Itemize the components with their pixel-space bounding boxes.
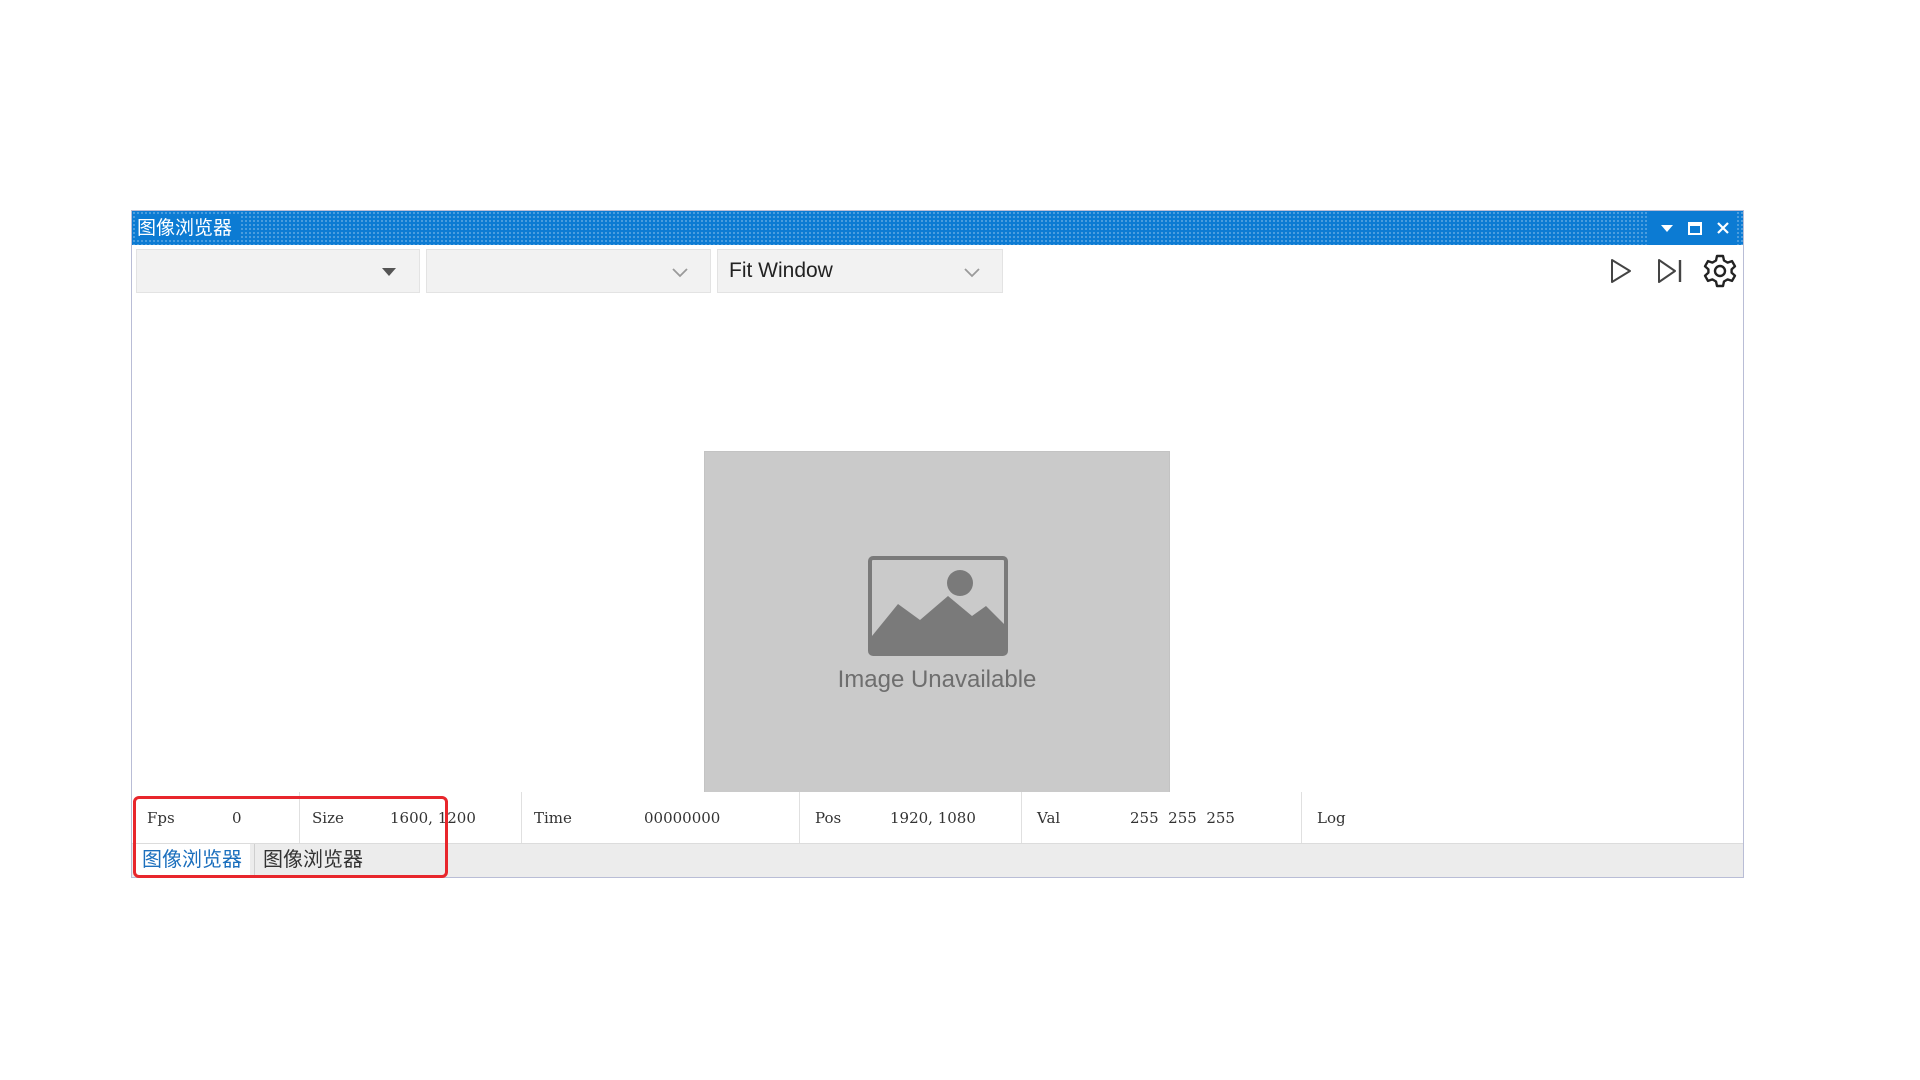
dropdown-arrow-icon[interactable] — [1653, 214, 1681, 242]
fps-label: Fps — [147, 809, 175, 827]
chevron-down-icon — [964, 268, 980, 278]
close-icon[interactable] — [1709, 214, 1737, 242]
zoom-combo[interactable]: Fit Window — [717, 249, 1003, 293]
window-title: 图像浏览器 — [137, 216, 241, 240]
val-cell: Val 255 255 255 — [1022, 792, 1302, 846]
maximize-icon[interactable] — [1681, 214, 1709, 242]
tab-image-browser-1[interactable]: 图像浏览器 — [134, 844, 250, 876]
title-bar[interactable]: 图像浏览器 — [132, 211, 1743, 245]
step-forward-icon[interactable] — [1651, 252, 1689, 290]
time-cell: Time 00000000 — [522, 792, 800, 846]
image-icon — [868, 556, 1008, 656]
gear-icon[interactable] — [1701, 252, 1739, 290]
pos-label: Pos — [815, 809, 842, 827]
fps-value: 0 — [232, 809, 242, 827]
size-label: Size — [312, 809, 344, 827]
val-value: 255 255 255 — [1130, 809, 1235, 827]
caret-down-icon — [382, 268, 396, 276]
time-value: 00000000 — [644, 809, 721, 827]
play-icon[interactable] — [1601, 252, 1639, 290]
channel-combo[interactable] — [426, 249, 711, 293]
size-cell: Size 1600, 1200 — [300, 792, 522, 846]
title-bar-buttons — [1647, 211, 1737, 245]
val-label: Val — [1037, 809, 1061, 827]
status-bar: Fps 0 Size 1600, 1200 Time 00000000 Pos … — [132, 792, 1743, 846]
fps-cell: Fps 0 — [132, 792, 300, 846]
playback-tools — [1601, 249, 1739, 293]
image-unavailable-text: Image Unavailable — [837, 666, 1037, 693]
source-combo[interactable] — [136, 249, 420, 293]
pos-value: 1920, 1080 — [890, 809, 976, 827]
toolbar: Fit Window — [132, 245, 1743, 295]
time-label: Time — [534, 809, 572, 827]
zoom-combo-value: Fit Window — [729, 259, 833, 282]
log-label: Log — [1317, 809, 1346, 827]
image-viewer[interactable]: Image Unavailable — [132, 295, 1743, 995]
image-placeholder: Image Unavailable — [704, 451, 1170, 801]
tab-bar: 图像浏览器 图像浏览器 — [132, 843, 1743, 877]
log-cell[interactable]: Log — [1302, 792, 1602, 846]
tab-image-browser-2[interactable]: 图像浏览器 — [254, 844, 371, 876]
image-browser-window: 图像浏览器 Fit Window Image Unavailable Fps 0… — [131, 210, 1744, 878]
pos-cell: Pos 1920, 1080 — [800, 792, 1022, 846]
chevron-down-icon — [672, 268, 688, 278]
size-value: 1600, 1200 — [390, 809, 476, 827]
